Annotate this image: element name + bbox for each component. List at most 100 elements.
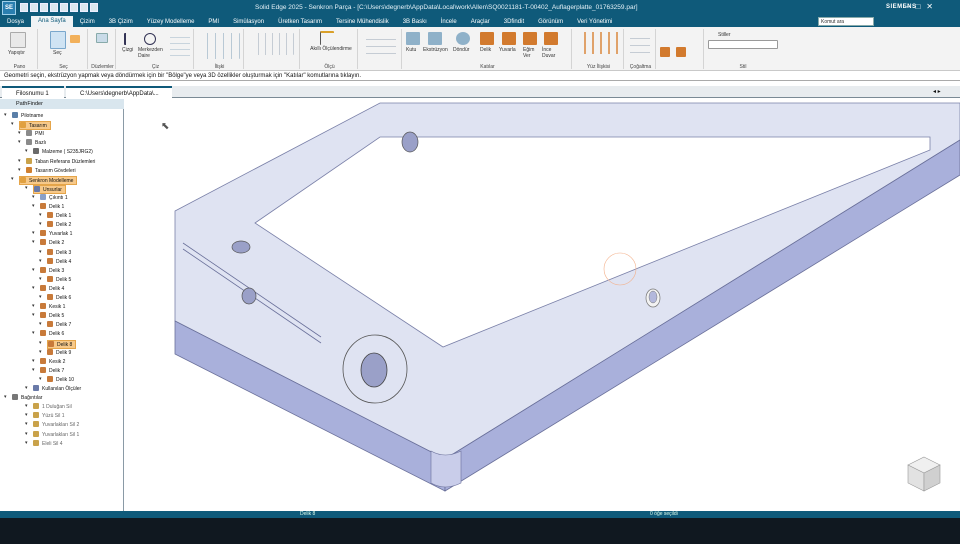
- expand-toggle[interactable]: ▾: [32, 312, 35, 318]
- draft-icon[interactable]: [523, 32, 537, 45]
- tab-5[interactable]: PMI: [201, 19, 226, 25]
- tree-item[interactable]: Delik 4: [40, 284, 64, 294]
- expand-toggle[interactable]: ▾: [39, 349, 42, 355]
- tree-item[interactable]: Bazlı: [26, 139, 46, 148]
- expand-toggle[interactable]: ▾: [39, 276, 42, 282]
- tab-6[interactable]: Simülasyon: [226, 19, 271, 25]
- plane-icon[interactable]: [96, 33, 108, 43]
- face-relate-icon[interactable]: [578, 32, 620, 54]
- tree-item[interactable]: Bağıntılar: [12, 394, 42, 403]
- line-icon[interactable]: [124, 33, 136, 45]
- expand-toggle[interactable]: ▾: [25, 403, 28, 409]
- print-icon[interactable]: [60, 3, 68, 12]
- open-file-icon[interactable]: [30, 3, 38, 12]
- tree-item[interactable]: Pilotname: [12, 112, 43, 121]
- select-arrow-icon[interactable]: [50, 31, 66, 49]
- expand-toggle[interactable]: ▾: [32, 230, 35, 236]
- part-model[interactable]: [125, 99, 960, 511]
- tree-item[interactable]: Delik 1: [40, 203, 64, 212]
- select-filter-icon[interactable]: [70, 35, 80, 43]
- counterbore-hole[interactable]: [360, 352, 388, 388]
- expand-toggle[interactable]: ▾: [32, 267, 35, 273]
- tree-item[interactable]: Delik 6: [47, 294, 71, 303]
- tree-item[interactable]: Kesik 1: [40, 303, 65, 312]
- tab-2[interactable]: Çizim: [73, 19, 102, 25]
- hole-icon[interactable]: [480, 32, 494, 45]
- expand-toggle[interactable]: ▾: [32, 203, 35, 209]
- tab-7[interactable]: Üretken Tasarım: [271, 19, 329, 25]
- tree-item[interactable]: Malzeme ( S235JRG2): [33, 148, 93, 157]
- misc-tools-icon[interactable]: [366, 33, 396, 55]
- expand-toggle[interactable]: ▾: [18, 130, 21, 136]
- tree-item[interactable]: Kullanılan Ölçüler: [33, 385, 81, 394]
- expand-toggle[interactable]: ▾: [11, 121, 14, 127]
- tree-item[interactable]: Yuvarlak 1: [40, 230, 72, 239]
- thin-wall-icon[interactable]: [544, 32, 558, 45]
- tree-item[interactable]: Yüzü Sil 1: [33, 412, 65, 421]
- tree-item[interactable]: Delik 2: [47, 221, 71, 230]
- expand-toggle[interactable]: ▾: [39, 376, 42, 382]
- expand-toggle[interactable]: ▾: [25, 185, 28, 191]
- face-color-icon[interactable]: [676, 47, 686, 57]
- tab-14[interactable]: Veri Yönetimi: [570, 19, 619, 25]
- tree-item[interactable]: Delik 7: [47, 321, 71, 330]
- expand-toggle[interactable]: ▾: [39, 212, 42, 218]
- pattern-icon[interactable]: [630, 32, 650, 54]
- expand-toggle[interactable]: ▾: [18, 139, 21, 145]
- expand-toggle[interactable]: ▾: [25, 431, 28, 437]
- tree-item[interactable]: Eleli Sil 4: [33, 439, 63, 449]
- tab-11[interactable]: Araçlar: [464, 19, 497, 25]
- corner-fillet[interactable]: [430, 450, 462, 488]
- redo-icon[interactable]: [80, 3, 88, 12]
- relate-tools-icon[interactable]: [200, 33, 240, 59]
- round-icon[interactable]: [502, 32, 516, 45]
- tree-item[interactable]: 1 Duluğan Sil: [33, 403, 72, 412]
- doc-tab-2[interactable]: C:\Users\degnerb\AppData\...: [66, 86, 172, 98]
- tree-item[interactable]: Delik 1: [47, 212, 71, 221]
- new-file-icon[interactable]: [20, 3, 28, 12]
- tree-item[interactable]: Delik 5: [47, 275, 71, 285]
- doc-tab-nav[interactable]: ◂ ▸: [933, 88, 941, 95]
- part-color-icon[interactable]: [660, 47, 670, 57]
- tab-12[interactable]: 3Dfindit: [497, 19, 531, 25]
- tree-item[interactable]: Delik 7: [40, 366, 64, 376]
- save-icon[interactable]: [40, 3, 48, 12]
- tree-item[interactable]: Tasarım Gövdeleri: [26, 166, 76, 176]
- tree-item[interactable]: Unsurlar: [33, 184, 66, 194]
- app-logo[interactable]: SE: [2, 1, 16, 15]
- expand-toggle[interactable]: ▾: [25, 385, 28, 391]
- dimension-tools-icon[interactable]: [252, 33, 294, 55]
- tab-13[interactable]: Görünüm: [531, 19, 570, 25]
- expand-toggle[interactable]: ▾: [32, 194, 35, 200]
- tree-item[interactable]: Tasarım: [19, 121, 51, 131]
- expand-toggle[interactable]: ▾: [18, 158, 21, 164]
- tree-item[interactable]: Yuvarlakları Sil 2: [33, 421, 79, 430]
- tree-item[interactable]: Delik 9: [47, 348, 71, 358]
- expand-toggle[interactable]: ▾: [32, 239, 35, 245]
- expand-toggle[interactable]: ▾: [32, 285, 35, 291]
- tab-9[interactable]: 3B Baskı: [396, 19, 434, 25]
- expand-toggle[interactable]: ▾: [32, 330, 35, 336]
- minimize-button[interactable]: –: [905, 2, 909, 11]
- doc-tab-1[interactable]: Filosnumu 1: [2, 86, 64, 98]
- circle-by-center-icon[interactable]: [144, 33, 156, 45]
- tree-item[interactable]: Çıkıntı 1: [40, 193, 68, 203]
- undo-icon[interactable]: [70, 3, 78, 12]
- customize-toolbar-icon[interactable]: [90, 3, 98, 12]
- tree-item[interactable]: Delik 3: [40, 266, 64, 276]
- expand-toggle[interactable]: ▾: [25, 421, 28, 427]
- maximize-button[interactable]: □: [915, 2, 920, 11]
- expand-toggle[interactable]: ▾: [25, 440, 28, 446]
- expand-toggle[interactable]: ▾: [32, 303, 35, 309]
- tree-item[interactable]: Delik 6: [40, 330, 64, 339]
- tab-3[interactable]: 3B Çizim: [102, 19, 140, 25]
- 3d-viewport[interactable]: ⬉: [125, 99, 960, 511]
- tree-item[interactable]: Delik 10: [47, 375, 74, 385]
- expand-toggle[interactable]: ▾: [25, 412, 28, 418]
- revolve-icon[interactable]: [456, 32, 470, 45]
- expand-toggle[interactable]: ▾: [39, 294, 42, 300]
- expand-toggle[interactable]: ▾: [25, 148, 28, 154]
- smart-dimension-icon[interactable]: [320, 31, 334, 45]
- expand-toggle[interactable]: ▾: [39, 258, 42, 264]
- command-search-input[interactable]: Komut ara: [818, 17, 874, 26]
